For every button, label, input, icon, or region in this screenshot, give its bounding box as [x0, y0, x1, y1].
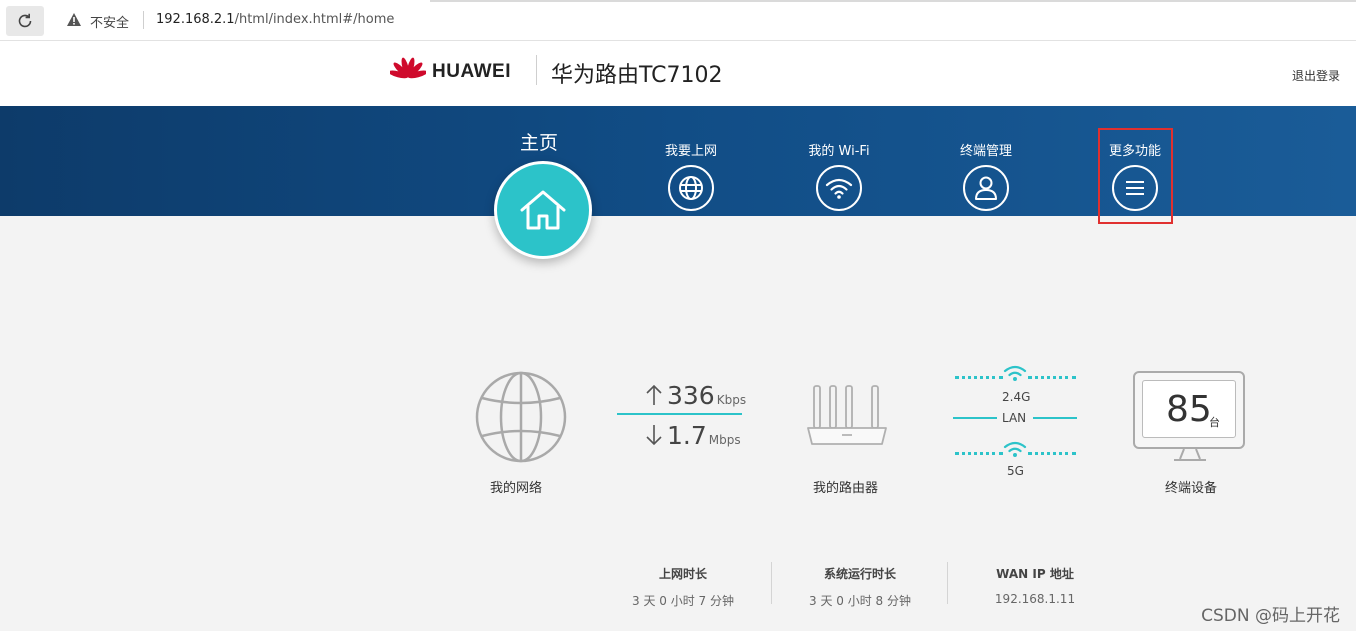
huawei-logo-icon: [390, 57, 426, 79]
network-globe-icon[interactable]: [474, 370, 568, 464]
monitor-stand-icon: [1174, 448, 1206, 461]
nav-item-wifi[interactable]: 我的 Wi-Fi: [779, 140, 899, 211]
band-24-label: 2.4G: [1002, 390, 1031, 404]
download-unit: Mbps: [708, 433, 741, 447]
lan-line-right: [1033, 417, 1077, 419]
wifi-24-icon: [1003, 365, 1027, 381]
reload-icon: [18, 13, 32, 28]
user-icon: [975, 176, 997, 200]
my-network-label[interactable]: 我的网络: [490, 477, 542, 496]
nav-item-icon-wrap: [816, 165, 862, 211]
wan-ip-title: WAN IP 地址: [996, 567, 1074, 581]
insecure-label[interactable]: 不安全: [90, 12, 129, 31]
url-field[interactable]: 192.168.2.1/html/index.html#/home: [156, 12, 394, 27]
wifi-5g-icon: [1003, 441, 1027, 457]
home-icon: [520, 190, 566, 230]
band-5-dots-left: [955, 452, 1003, 455]
device-unit: 台: [1209, 416, 1220, 429]
band-5-dots-right: [1028, 452, 1076, 455]
upload-value: 336: [667, 381, 715, 410]
tab-strip-edge: [430, 0, 1356, 2]
router-header: HUAWEI 华为路由TC7102 退出登录: [0, 41, 1356, 106]
address-divider: [143, 11, 144, 29]
system-uptime: 系统运行时长 3 天 0 小时 8 分钟: [780, 565, 940, 609]
lan-line-left: [953, 417, 997, 419]
globe-icon: [679, 176, 703, 200]
online-duration-title: 上网时长: [658, 567, 707, 581]
my-router-label[interactable]: 我的路由器: [813, 477, 878, 496]
download-speed: 1.7 Mbps: [667, 421, 741, 450]
speed-divider: [617, 413, 742, 415]
warning-icon[interactable]: [66, 12, 82, 27]
online-duration: 上网时长 3 天 0 小时 7 分钟: [603, 565, 763, 609]
nav-item-devices[interactable]: 终端管理: [926, 140, 1046, 211]
lan-label: LAN: [1002, 411, 1027, 425]
system-uptime-title: 系统运行时长: [823, 567, 896, 581]
download-arrow-icon: [646, 425, 662, 446]
upload-unit: Kbps: [716, 393, 747, 407]
nav-home-label[interactable]: 主页: [520, 128, 558, 155]
upload-speed: 336 Kbps: [667, 381, 746, 410]
devices-label[interactable]: 终端设备: [1165, 477, 1217, 496]
url-path: /html/index.html#/home: [234, 12, 395, 27]
nav-item-label: 我要上网: [664, 144, 717, 159]
more-features-highlight-box: [1098, 128, 1173, 224]
reload-button[interactable]: [6, 6, 44, 36]
device-count: 85: [1166, 389, 1212, 430]
band-24-dots-right: [1028, 376, 1076, 379]
nav-home-button[interactable]: [494, 161, 592, 259]
router-device-icon[interactable]: [806, 384, 888, 448]
info-divider: [771, 562, 772, 604]
system-uptime-value: 3 天 0 小时 8 分钟: [809, 594, 911, 608]
nav-item-icon-wrap: [963, 165, 1009, 211]
info-divider: [947, 562, 948, 604]
url-host: 192.168.2.1: [156, 12, 235, 27]
product-title: 华为路由TC7102: [551, 63, 723, 88]
nav-item-label: 终端管理: [959, 144, 1012, 159]
browser-address-bar: 不安全 192.168.2.1/html/index.html#/home: [0, 0, 1356, 41]
wan-ip-value: 192.168.1.11: [994, 592, 1076, 606]
brand-name: HUAWEI: [432, 61, 511, 82]
csdn-watermark: CSDN @码上开花: [1201, 606, 1340, 626]
wan-ip: WAN IP 地址 192.168.1.11: [955, 565, 1115, 606]
nav-item-label: 我的 Wi-Fi: [808, 144, 870, 159]
nav-item-internet[interactable]: 我要上网: [631, 140, 751, 211]
online-duration-value: 3 天 0 小时 7 分钟: [632, 594, 734, 608]
download-value: 1.7: [667, 421, 707, 450]
band-24-dots-left: [955, 376, 1003, 379]
logout-link[interactable]: 退出登录: [1292, 67, 1340, 84]
band-5-label: 5G: [1007, 464, 1024, 478]
wifi-icon: [825, 178, 853, 199]
upload-arrow-icon: [646, 384, 662, 405]
nav-item-icon-wrap: [668, 165, 714, 211]
header-divider: [536, 55, 537, 85]
